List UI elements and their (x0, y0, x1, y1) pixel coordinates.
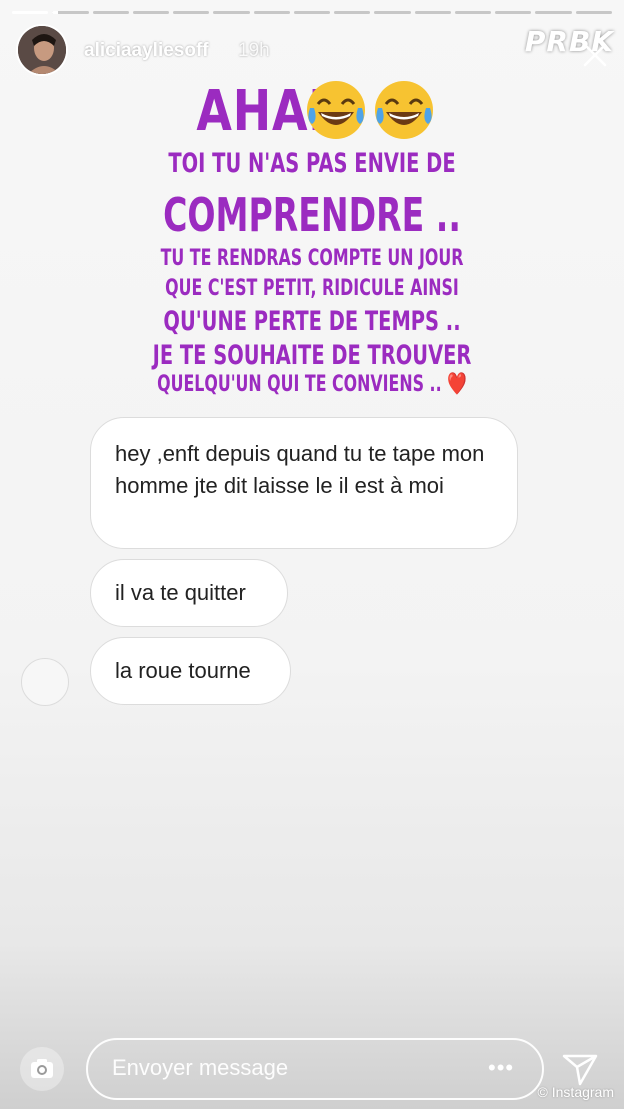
progress-segment (173, 11, 210, 14)
progress-segment (374, 11, 411, 14)
image-credit: © Instagram (537, 1084, 614, 1100)
story-text-line: JE TE SOUHAITE DE TROUVER (152, 340, 472, 371)
story-text-line: TOI TU N'AS PAS ENVIE DE (168, 148, 456, 179)
story-text-line: TU TE RENDRAS COMPTE UN JOUR (160, 246, 464, 271)
camera-button[interactable] (20, 1047, 64, 1091)
story-text-line: QUE C'EST PETIT, RIDICULE AINSI (165, 276, 459, 301)
message-bubble: la roue tourne (90, 637, 291, 705)
message-bubble: il va te quitter (90, 559, 288, 627)
progress-segment (253, 11, 290, 14)
message-bubble: hey ,enft depuis quand tu te tape mon ho… (90, 417, 518, 549)
close-icon[interactable] (582, 42, 608, 68)
profile-avatar[interactable] (18, 26, 66, 74)
story-screen: aliciaayliesoff 19h PRBK AHAH TOI TU N'A… (0, 0, 624, 1109)
progress-segment (495, 11, 532, 14)
progress-segment (414, 11, 451, 14)
story-text-line: AHAH (196, 79, 348, 144)
progress-segment (132, 11, 170, 14)
story-text-line: QU'UNE PERTE DE TEMPS .. (163, 306, 461, 337)
laughing-emoji-icon (304, 78, 440, 142)
story-text-line: COMPRENDRE .. (163, 188, 461, 242)
progress-segment (12, 11, 49, 14)
username[interactable]: aliciaayliesoff (84, 40, 209, 62)
progress-segment (92, 11, 129, 14)
story-text-line-8: QUELQU'UN QUI TE CONVIENS .. (157, 372, 442, 397)
story-progress-bar (12, 11, 612, 14)
progress-segment (575, 11, 612, 14)
sender-avatar (21, 658, 69, 706)
progress-segment (334, 11, 371, 14)
send-icon[interactable] (560, 1048, 600, 1088)
progress-segment (535, 11, 572, 14)
camera-icon (31, 1059, 53, 1078)
send-message-placeholder: Envoyer message (112, 1055, 289, 1080)
progress-segment (293, 11, 331, 14)
heart-icon: ❤️ (447, 372, 467, 397)
story-time: 19h (238, 40, 270, 61)
story-text-line: QUELQU'UN QUI TE CONVIENS .. ❤️ (87, 372, 536, 397)
progress-segment-current (52, 11, 89, 14)
progress-segment (454, 11, 492, 14)
more-icon[interactable]: ••• (488, 1055, 514, 1081)
progress-segment (213, 11, 250, 14)
